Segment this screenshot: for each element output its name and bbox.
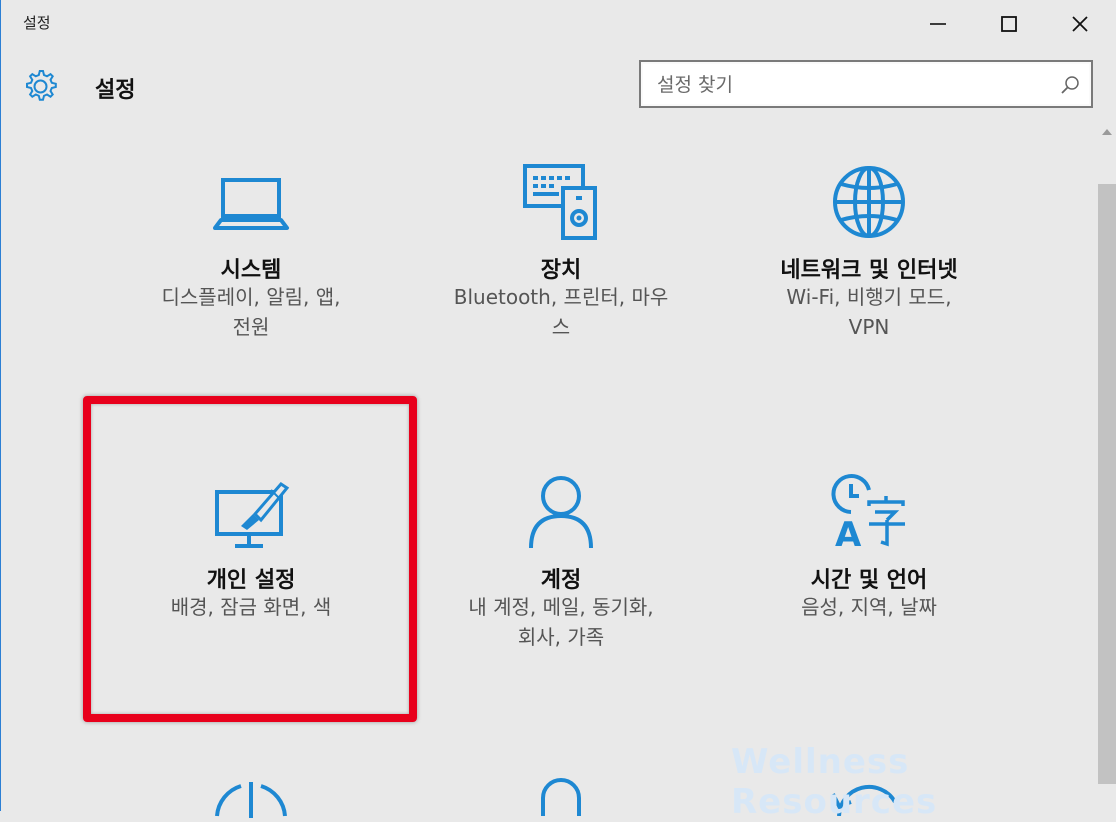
tile-description-line: VPN bbox=[848, 315, 890, 339]
tile-description-line: 디스플레이, 알림, 앱, bbox=[161, 285, 341, 309]
close-button[interactable] bbox=[1057, 6, 1103, 42]
personalization-icon bbox=[215, 482, 290, 548]
scroll-up-button[interactable] bbox=[1097, 124, 1116, 140]
svg-text:A: A bbox=[835, 515, 862, 552]
tile-description-line: 회사, 가족 bbox=[517, 625, 605, 649]
title-bar: 설정 bbox=[1, 0, 1116, 48]
tile-description: 디스플레이, 알림, 앱, 전원 bbox=[101, 282, 401, 342]
tile-description: 배경, 잠금 화면, 색 bbox=[101, 592, 401, 622]
laptop-icon bbox=[213, 178, 289, 230]
globe-icon bbox=[833, 166, 905, 238]
minimize-button[interactable] bbox=[915, 6, 961, 42]
tile-description-line: Bluetooth, 프린터, 마우 bbox=[453, 285, 669, 309]
tile-description: Wi-Fi, 비행기 모드, VPN bbox=[719, 282, 1019, 342]
tile-devices[interactable]: 장치 Bluetooth, 프린터, 마우 스 bbox=[391, 150, 731, 430]
tile-description: Bluetooth, 프린터, 마우 스 bbox=[411, 282, 711, 342]
scroll-up-arrow-icon bbox=[1102, 129, 1112, 135]
search-box[interactable] bbox=[639, 60, 1093, 108]
close-icon bbox=[1072, 16, 1088, 32]
tile-description-line: 스 bbox=[551, 315, 571, 339]
page-title: 설정 bbox=[95, 78, 136, 103]
gear-icon bbox=[26, 70, 57, 101]
tile-title: 시간 및 언어 bbox=[810, 568, 928, 593]
tile-description-line: Wi-Fi, 비행기 모드, bbox=[786, 285, 952, 309]
maximize-button[interactable] bbox=[986, 6, 1032, 42]
tile-description-line: 전원 bbox=[232, 315, 270, 339]
maximize-icon bbox=[1001, 16, 1017, 32]
tile-description-line: 배경, 잠금 화면, 색 bbox=[170, 595, 332, 619]
tile-accounts[interactable]: 계정 내 계정, 메일, 동기화, 회사, 가족 bbox=[391, 460, 731, 740]
tile-time-language[interactable]: A 시간 및 언어 음성, 지역, 날짜 bbox=[699, 460, 1039, 740]
tile-title: 네트워크 및 인터넷 bbox=[780, 258, 958, 283]
tile-title: 시스템 bbox=[220, 258, 282, 283]
search-input[interactable] bbox=[655, 70, 1059, 100]
search-icon[interactable] bbox=[1059, 74, 1081, 96]
ease-of-access-icon[interactable] bbox=[211, 778, 291, 818]
tile-title: 계정 bbox=[540, 568, 582, 593]
window-title: 설정 bbox=[23, 14, 51, 32]
vertical-scrollbar[interactable] bbox=[1097, 124, 1116, 811]
minimize-icon bbox=[930, 23, 946, 25]
tile-description: 내 계정, 메일, 동기화, 회사, 가족 bbox=[411, 592, 711, 652]
tile-network[interactable]: 네트워크 및 인터넷 Wi-Fi, 비행기 모드, VPN bbox=[699, 150, 1039, 430]
time-language-icon: A bbox=[831, 474, 905, 552]
account-icon bbox=[529, 476, 593, 549]
tile-title: 장치 bbox=[540, 258, 582, 283]
watermark: Wellness Resources bbox=[731, 742, 938, 822]
devices-icon bbox=[523, 164, 597, 240]
tile-description: 음성, 지역, 날짜 bbox=[719, 592, 1019, 622]
tile-personalization[interactable]: 개인 설정 배경, 잠금 화면, 색 bbox=[81, 460, 421, 740]
tile-description-line: 음성, 지역, 날짜 bbox=[801, 595, 937, 619]
privacy-icon[interactable] bbox=[521, 776, 601, 816]
tile-description-line: 내 계정, 메일, 동기화, bbox=[468, 595, 654, 619]
tile-system[interactable]: 시스템 디스플레이, 알림, 앱, 전원 bbox=[81, 150, 421, 430]
scroll-thumb[interactable] bbox=[1098, 184, 1116, 784]
settings-window: 설정 설정 설정 찾기 시스템 디스플레이, 알림, 앱, 전원 장치 Blue… bbox=[0, 0, 1116, 822]
tile-title: 개인 설정 bbox=[206, 568, 296, 593]
